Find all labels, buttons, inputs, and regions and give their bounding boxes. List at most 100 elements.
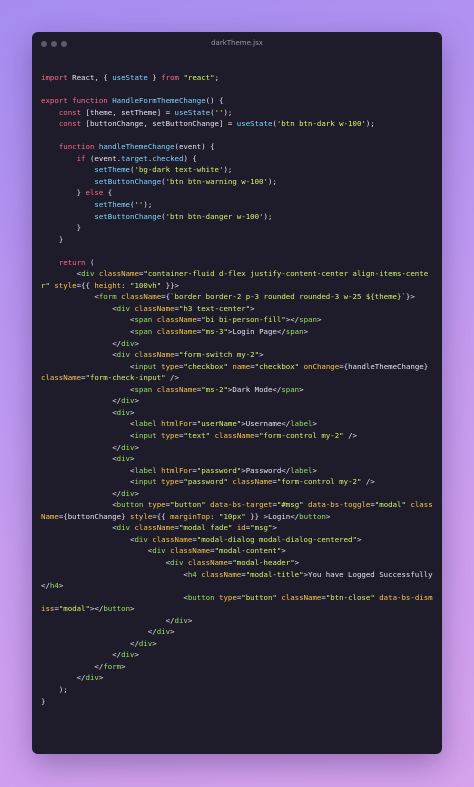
code-token: }> (405, 292, 415, 302)
code-line: <div> (41, 407, 436, 419)
code-token: : (121, 280, 131, 290)
code-line: <input type="checkbox" name="checkbox" o… (41, 361, 436, 384)
code-token: return (58, 257, 86, 267)
code-token: > (134, 338, 139, 348)
code-token: className (156, 327, 197, 337)
code-line: <div className="form-switch my-2"> (41, 349, 436, 361)
code-token: } (41, 696, 46, 706)
code-line: </div> (41, 672, 436, 684)
code-token: span (281, 384, 300, 394)
code-token: "password" (183, 477, 228, 487)
code-line: </form> (41, 661, 436, 673)
code-token: div (121, 650, 135, 660)
code-token: "#msg" (276, 500, 304, 510)
window-title: darkTheme.jsx (211, 39, 263, 47)
code-token: "form-control my-2" (276, 477, 362, 487)
code-token: div (121, 488, 135, 498)
code-token: "modal-content" (214, 546, 282, 556)
code-token: </ (41, 650, 122, 660)
code-token: className (152, 534, 193, 544)
code-line: ); (41, 684, 436, 696)
code-token: } (41, 234, 64, 244)
code-line: </div> (41, 649, 436, 661)
code-token: > (312, 419, 317, 429)
code-token: /> (343, 430, 357, 440)
code-token: ={ (161, 292, 171, 302)
code-token: "modal" (374, 500, 406, 510)
code-token: const (58, 107, 82, 117)
code-token: < (41, 361, 135, 371)
code-token: className (156, 315, 197, 325)
code-token: button (103, 604, 131, 614)
code-token: else (85, 188, 104, 198)
code-token: React, { (67, 73, 113, 82)
code-token: span (285, 327, 304, 337)
code-line: const [buttonChange, setButtonChange] = … (41, 118, 436, 130)
code-token: type (161, 477, 179, 487)
code-token: "userName" (196, 419, 242, 429)
code-token: < (41, 500, 117, 510)
code-line: <span className="bi bi-person-fill"></sp… (41, 314, 436, 326)
code-token: < (41, 592, 188, 602)
code-token: div (134, 534, 148, 544)
code-token: : (210, 511, 220, 521)
code-token: "form-switch my-2" (178, 350, 260, 360)
code-token: </ (41, 442, 122, 452)
code-token: marginTop (170, 511, 211, 521)
code-token: "modal-title" (245, 569, 304, 579)
code-token: setButtonChange (94, 211, 162, 221)
code-token: } (41, 188, 86, 198)
code-line: <button type="button" data-bs-target="#m… (41, 499, 436, 522)
code-token: 'bg-dark text-white' (134, 165, 224, 175)
code-token: </ (41, 638, 139, 648)
code-token: ></ (89, 604, 104, 614)
code-token: span (299, 315, 317, 325)
code-token: h4 (187, 569, 197, 579)
code-token: input (134, 430, 157, 440)
code-token: type (219, 592, 237, 602)
code-token: data-bs-target (210, 500, 273, 510)
code-token: onChange (303, 361, 340, 371)
code-token: > (134, 650, 139, 660)
code-token: function (58, 142, 95, 152)
code-line: <div className="h3 text-center"> (41, 303, 436, 315)
code-token: > (134, 442, 139, 452)
code-line: <button type="button" className="btn-clo… (41, 592, 436, 615)
code-token: } (41, 223, 82, 233)
code-line: <div className="modal-header"> (41, 557, 436, 569)
code-token: "modal-dialog modal-dialog-centered" (196, 534, 357, 544)
code-token: < (41, 303, 117, 313)
code-token: setButtonChange (94, 176, 162, 186)
code-token: useState (112, 73, 148, 82)
code-line: </div> (41, 626, 436, 638)
code-editor[interactable]: import React, { useState } from "react";… (41, 72, 436, 707)
code-token: </ (41, 396, 122, 406)
code-token: < (41, 269, 82, 279)
code-token: useState (174, 107, 211, 117)
code-token: </ (41, 338, 122, 348)
code-token: className (41, 373, 82, 383)
code-token: type (147, 500, 166, 510)
code-token: "button" (170, 500, 206, 510)
code-token: "button" (241, 592, 277, 602)
code-token: className (134, 523, 175, 533)
code-token: ); (223, 165, 233, 175)
code-token: setTheme (94, 200, 131, 210)
code-token: "react" (183, 73, 215, 82)
code-token: > (130, 454, 135, 464)
code-token: < (41, 384, 135, 394)
code-token: >Password</ (241, 465, 291, 475)
code-token: < (41, 327, 135, 337)
code-token: setTheme (94, 165, 131, 175)
code-token: className (98, 269, 139, 279)
code-token: div (121, 396, 135, 406)
code-line: } (41, 222, 436, 234)
code-token: className (201, 569, 242, 579)
code-token: { (103, 188, 113, 198)
